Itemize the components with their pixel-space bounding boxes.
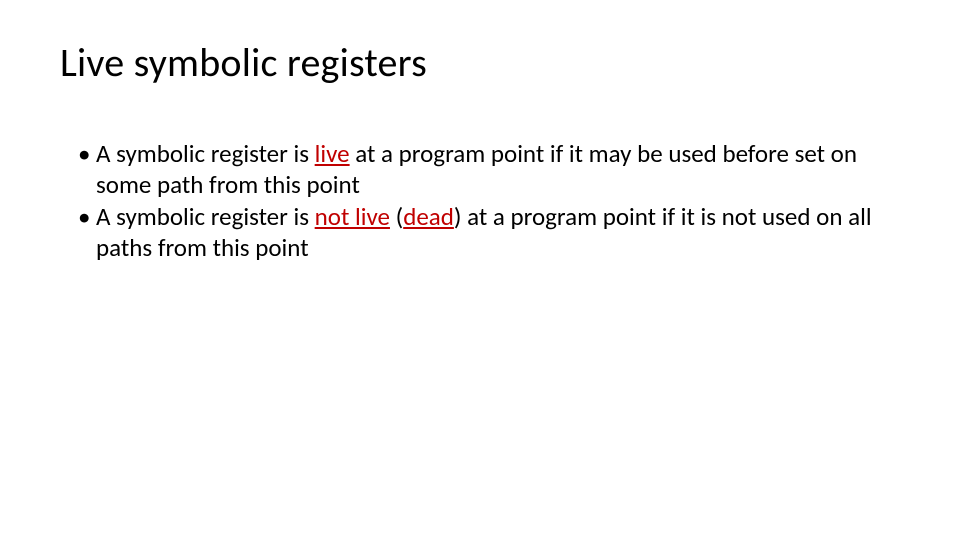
bullet-highlight: dead bbox=[403, 201, 454, 232]
bullet-text-pre: A symbolic register is bbox=[96, 138, 315, 169]
bullet-item: A symbolic register is not live (dead) a… bbox=[78, 202, 900, 263]
bullet-text-mid: ( bbox=[390, 201, 403, 232]
bullet-list: A symbolic register is live at a program… bbox=[60, 139, 900, 263]
bullet-highlight: not live bbox=[315, 201, 390, 232]
bullet-highlight: live bbox=[315, 138, 350, 169]
slide-title: Live symbolic registers bbox=[60, 38, 900, 87]
bullet-item: A symbolic register is live at a program… bbox=[78, 139, 900, 200]
slide-container: Live symbolic registers A symbolic regis… bbox=[0, 0, 960, 305]
bullet-text-pre: A symbolic register is bbox=[96, 201, 315, 232]
